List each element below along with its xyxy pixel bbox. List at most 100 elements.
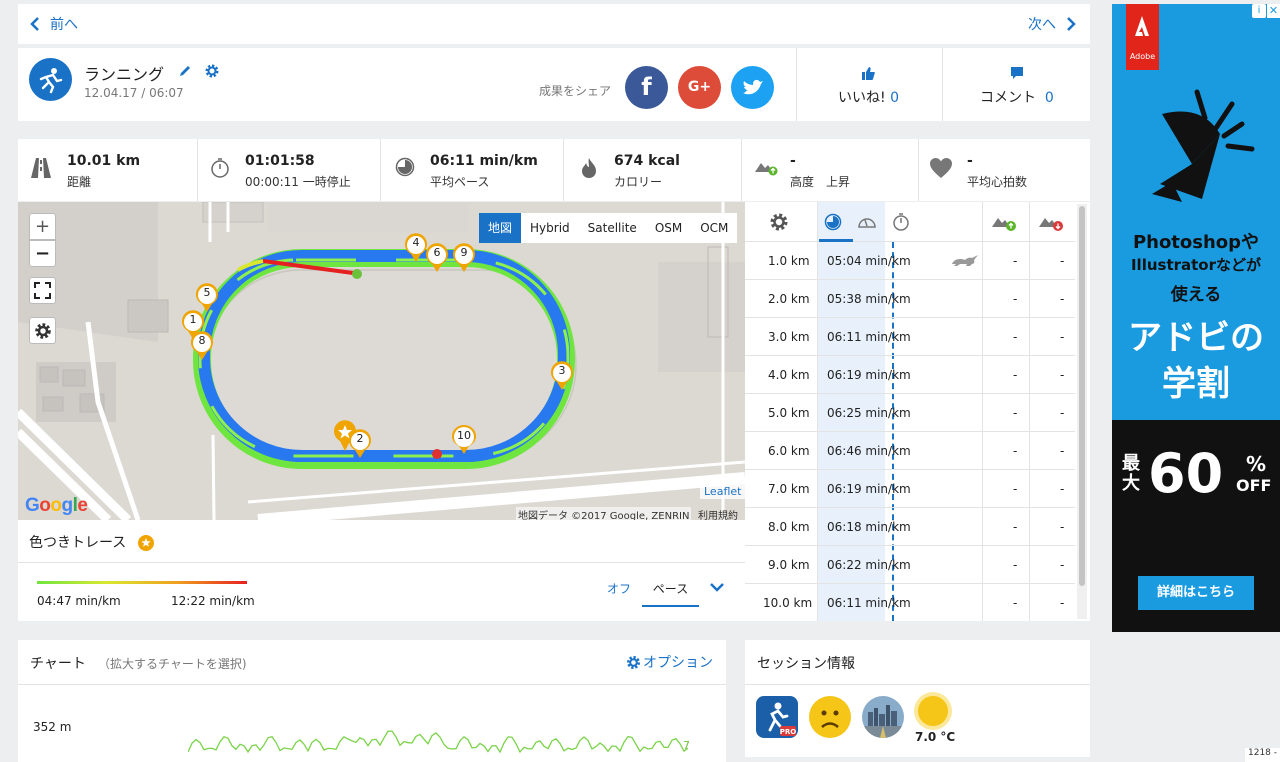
ad-info-icon[interactable]: i [1252,4,1266,18]
facebook-share-button[interactable]: f [625,66,668,109]
trace-min-label: 04:47 min/km [37,594,121,608]
chart-options-label: オプション [643,655,713,671]
activity-nav: 前へ 次へ [18,4,1090,44]
stopwatch-icon [211,158,229,178]
km-marker[interactable]: 2 [347,429,373,459]
thumbs-up-icon [862,67,875,80]
km-marker[interactable]: 8 [189,331,215,361]
adobe-ad-banner[interactable]: Adobe i ✕ Photoshopや Illustratorなどが 使える … [1112,4,1280,632]
ad-sale-prefix: 最大 [1122,453,1140,494]
prev-link[interactable]: 前へ [30,14,78,34]
chart-y-label: 352 m [33,720,72,734]
heart-icon [930,158,952,178]
trace-toggle-off[interactable]: オフ [607,580,631,597]
layer-option-satellite[interactable]: Satellite [579,213,646,243]
km-marker[interactable]: 10 [449,425,479,455]
splits-scrollbar[interactable] [1077,204,1087,619]
twitter-bird-icon [743,79,763,95]
ad-sale-block: 最大 60 % OFF 詳細はこちら [1112,420,1280,632]
stat-calories: 674 kcal カロリー [564,139,742,201]
settings-gear-icon[interactable] [204,63,220,79]
sun-weather-icon [918,696,948,726]
ad-sale-number: 60 [1148,442,1224,505]
like-button[interactable]: いいね! 0 [798,48,941,121]
megaphone-illustration [1152,89,1255,202]
split-row[interactable]: 1.0 km 05:04 min/km - - [745,242,1075,280]
speedometer-icon[interactable] [857,214,877,230]
elevation-up-icon[interactable] [990,212,1018,232]
layer-option-map[interactable]: 地図 [479,213,522,243]
chart-subtitle: （拡大するチャートを選択) [98,657,247,671]
like-count: 0 [890,90,899,106]
ad-cta-button[interactable]: 詳細はこちら [1138,576,1254,610]
plus-icon: + [34,216,51,237]
zoom-out-button[interactable]: − [29,240,56,267]
fullscreen-button[interactable] [29,277,56,304]
gear-icon [34,322,51,339]
split-row[interactable]: 10.0 km 06:11 min/km - - [745,584,1075,622]
split-row[interactable]: 9.0 km 06:22 min/km - - [745,546,1075,584]
km-marker[interactable]: 6 [424,243,450,273]
chart-options-button[interactable]: オプション [626,652,713,672]
stat-label: 平均ペース [430,175,490,189]
layer-option-ocm[interactable]: OCM [691,213,737,243]
comment-button[interactable]: コメント 0 [943,48,1090,121]
stat-label: 平均心拍数 [967,175,1028,189]
leaflet-link[interactable]: Leaflet [700,484,745,499]
map-settings-button[interactable] [29,317,56,344]
next-link[interactable]: 次へ [1028,14,1076,34]
split-row[interactable]: 3.0 km 06:11 min/km - - [745,318,1075,356]
split-row[interactable]: 5.0 km 06:25 min/km - - [745,394,1075,432]
minus-icon: − [34,243,51,264]
split-row[interactable]: 6.0 km 06:46 min/km - - [745,432,1075,470]
route-map[interactable]: 4 6 9 5 1 8 3 2 10 + − 地図 Hybrid Satelli… [18,202,745,520]
split-row[interactable]: 2.0 km 05:38 min/km - - [745,280,1075,318]
layer-option-hybrid[interactable]: Hybrid [521,213,579,243]
ad-line-5: 学割 [1162,364,1230,404]
activity-title: ランニング [84,65,165,84]
stat-label: カロリー [614,175,663,189]
color-trace-panel: 色つきトレース 04:47 min/km 12:22 min/km オフ ペース [18,520,745,621]
edit-pencil-icon[interactable] [178,64,192,78]
ad-line-2: Illustratorなどが [1130,256,1262,274]
layer-option-osm[interactable]: OSM [646,213,691,243]
terms-link[interactable]: 利用規約 [698,507,738,520]
adobe-brand-text: Adobe [1129,52,1156,61]
zoom-in-button[interactable]: + [29,213,56,240]
stopwatch-icon[interactable] [892,212,910,232]
split-row[interactable]: 8.0 km 06:18 min/km - - [745,508,1075,546]
km-marker[interactable]: 3 [549,361,575,391]
session-info-panel: セッション情報 PRO 7.0 °C [745,640,1090,757]
svg-text:PRO: PRO [780,728,797,736]
google-plus-share-button[interactable]: G+ [678,66,721,109]
chevron-down-icon[interactable] [709,582,725,592]
elevation-down-icon[interactable] [1037,212,1065,232]
km-marker[interactable]: 9 [451,243,477,273]
gear-icon[interactable] [769,212,789,232]
rabbit-icon [952,255,978,266]
runtastic-pro-app-icon: PRO [756,696,798,738]
like-label: いいね! [838,90,886,106]
comment-bubble-icon [1011,67,1023,79]
split-row[interactable]: 7.0 km 06:19 min/km - - [745,470,1075,508]
flame-icon [582,158,596,178]
stat-label: 距離 [67,175,92,189]
gear-icon [627,655,640,669]
city-surface-icon [862,696,904,738]
km-marker[interactable]: 5 [194,283,220,313]
sad-mood-icon [809,696,851,738]
stat-value: - [790,153,796,169]
split-row[interactable]: 4.0 km 06:19 min/km - - [745,356,1075,394]
pace-chart-line[interactable] [188,726,688,762]
chart-title: チャート [30,656,86,672]
stat-value: 01:01:58 [245,153,315,169]
adobe-logo: Adobe [1126,4,1159,70]
ad-close-icon[interactable]: ✕ [1267,4,1280,18]
pace-icon[interactable] [824,213,842,231]
session-temperature: 7.0 °C [915,730,956,744]
trace-toggle-pace[interactable]: ペース [642,580,699,607]
stat-value: 06:11 min/km [430,153,538,169]
twitter-share-button[interactable] [731,66,774,109]
trace-max-label: 12:22 min/km [171,594,255,608]
scrollbar-thumb[interactable] [1079,206,1085,586]
